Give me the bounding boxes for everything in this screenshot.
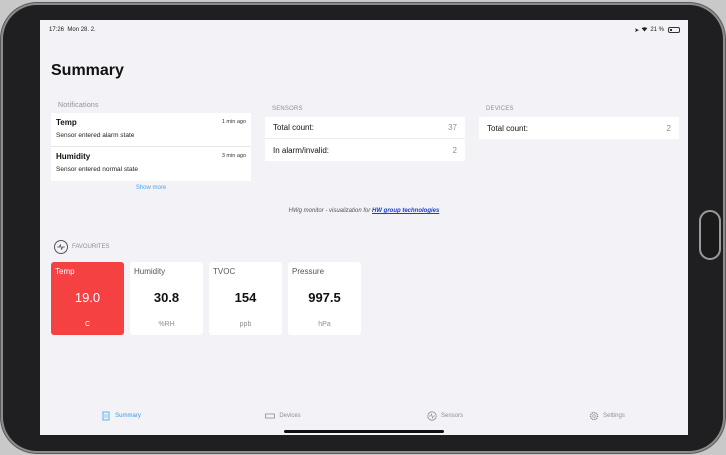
tab-label: Settings bbox=[603, 413, 625, 419]
notification-message: Sensor entered alarm state bbox=[56, 132, 135, 139]
tile-unit: hPa bbox=[318, 321, 331, 328]
sensors-label: SENSORS bbox=[272, 106, 303, 112]
show-more-link[interactable]: Show more bbox=[51, 185, 251, 191]
row-value: 37 bbox=[448, 123, 457, 132]
tile-name: Temp bbox=[55, 267, 75, 276]
tile-value: 997.5 bbox=[308, 290, 341, 305]
status-bar: 17:26 Mon 28. 2. ➤ 21 % bbox=[40, 20, 688, 38]
status-time: 17:26 bbox=[49, 27, 65, 33]
credit-prefix: HWg monitor - visualization for bbox=[288, 208, 372, 214]
screen: 17:26 Mon 28. 2. ➤ 21 % Summary Notifica… bbox=[40, 20, 688, 435]
notification-time: 3 min ago bbox=[221, 153, 246, 159]
sensors-alarm-row[interactable]: In alarm/invalid: 2 bbox=[265, 139, 465, 161]
devices-total-row[interactable]: Total count: 2 bbox=[479, 117, 679, 139]
settings-icon bbox=[589, 411, 599, 421]
notification-time: 1 min ago bbox=[221, 119, 246, 125]
tab-label: Devices bbox=[279, 413, 301, 419]
tile-value: 154 bbox=[234, 290, 257, 305]
status-right: ➤ 21 % bbox=[634, 26, 680, 34]
sensors-icon bbox=[427, 411, 437, 421]
favourite-tile-pressure[interactable]: Pressure 997.5 hPa bbox=[288, 262, 361, 335]
home-indicator[interactable] bbox=[284, 430, 444, 433]
battery-icon bbox=[668, 27, 680, 33]
tab-label: Sensors bbox=[440, 413, 463, 419]
summary-icon bbox=[101, 411, 111, 421]
tab-summary[interactable]: Summary bbox=[40, 403, 202, 435]
devices-card: Total count: 2 bbox=[479, 117, 679, 139]
location-icon: ➤ bbox=[634, 27, 640, 34]
favourites-label: FAVOURITES bbox=[72, 244, 110, 250]
sensors-card: Total count: 37 In alarm/invalid: 2 bbox=[265, 117, 465, 161]
row-label: In alarm/invalid: bbox=[273, 145, 330, 155]
page-title: Summary bbox=[51, 62, 124, 79]
favourite-tile-humidity[interactable]: Humidity 30.8 %RH bbox=[130, 262, 203, 335]
row-value: 2 bbox=[666, 123, 671, 133]
tile-value: 19.0 bbox=[74, 290, 101, 305]
tab-label: Summary bbox=[115, 413, 141, 419]
credit-text: HWg monitor - visualization for HW group… bbox=[40, 208, 688, 214]
notification-item[interactable]: Temp Sensor entered alarm state 1 min ag… bbox=[51, 113, 251, 147]
wifi-icon bbox=[641, 26, 648, 34]
devices-icon bbox=[265, 411, 276, 421]
sensors-total-row[interactable]: Total count: 37 bbox=[265, 117, 465, 139]
row-label: Total count: bbox=[273, 123, 314, 132]
tile-unit: ppb bbox=[239, 321, 252, 328]
home-button[interactable] bbox=[699, 210, 721, 260]
favourite-tile-tvoc[interactable]: TVOC 154 ppb bbox=[209, 262, 282, 335]
tile-value: 30.8 bbox=[153, 290, 180, 305]
hw-group-link[interactable]: HW group technologies bbox=[372, 208, 439, 214]
notification-message: Sensor entered normal state bbox=[56, 166, 139, 173]
tile-unit: %RH bbox=[158, 321, 175, 328]
favourites-header: FAVOURITES bbox=[54, 240, 110, 254]
tile-unit: C bbox=[84, 321, 91, 328]
tile-name: Humidity bbox=[134, 267, 166, 276]
devices-label: DEVICES bbox=[486, 106, 514, 112]
notification-item[interactable]: Humidity Sensor entered normal state 3 m… bbox=[51, 147, 251, 181]
status-datetime: 17:26 Mon 28. 2. bbox=[49, 27, 96, 33]
notifications-label: Notifications bbox=[58, 102, 99, 109]
notification-name: Humidity bbox=[56, 152, 91, 161]
row-value: 2 bbox=[452, 145, 457, 155]
tab-settings[interactable]: Settings bbox=[526, 403, 688, 435]
favourite-tile-temp[interactable]: Temp 19.0 C bbox=[51, 262, 124, 335]
tile-name: TVOC bbox=[213, 267, 236, 276]
row-label: Total count: bbox=[487, 123, 528, 133]
notification-name: Temp bbox=[56, 118, 77, 127]
status-date: Mon 28. 2. bbox=[67, 27, 96, 33]
tile-name: Pressure bbox=[292, 267, 325, 276]
notifications-list: Temp Sensor entered alarm state 1 min ag… bbox=[51, 113, 251, 181]
battery-percent: 21 % bbox=[650, 27, 664, 33]
pulse-icon bbox=[54, 240, 68, 254]
